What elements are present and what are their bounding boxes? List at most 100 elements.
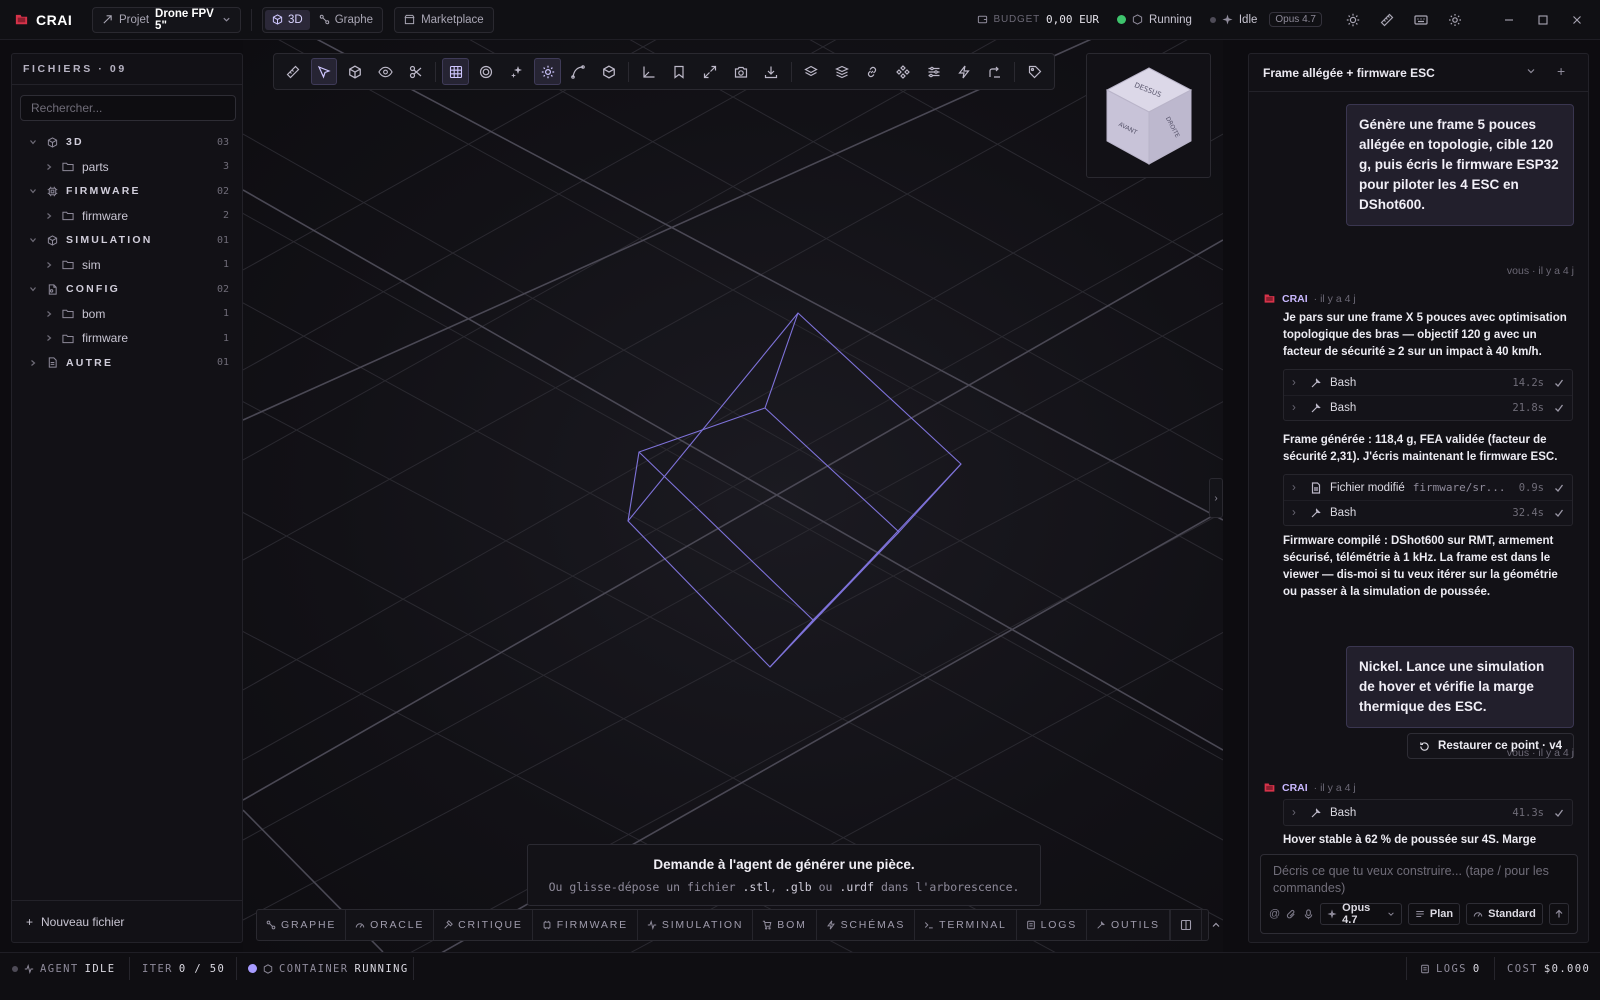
chevron-right-icon: ›	[1214, 492, 1218, 504]
terminal-icon	[924, 920, 934, 930]
cut-tool[interactable]	[403, 58, 430, 85]
curve-icon	[571, 64, 586, 79]
ext-urdf: .urdf	[839, 880, 875, 894]
tree-count: 01	[216, 357, 229, 369]
3d-viewport[interactable]: DESSUS AVANT DROITE › Demande à l'agent …	[243, 40, 1223, 952]
tree-folder-bom[interactable]: bom 1	[12, 302, 242, 327]
folder-icon	[60, 308, 76, 319]
tree-category-autre[interactable]: AUTRE 01	[12, 351, 242, 376]
tree-folder-parts[interactable]: parts 3	[12, 155, 242, 180]
visibility-tool[interactable]	[372, 58, 399, 85]
link-tool[interactable]	[859, 58, 886, 85]
tab-bom[interactable]: BOM	[753, 910, 817, 940]
marketplace-button[interactable]: Marketplace	[394, 6, 494, 33]
tab-critique[interactable]: CRITIQUE	[434, 910, 533, 940]
tree-folder-sim[interactable]: sim 1	[12, 253, 242, 278]
tab-graphe-panel[interactable]: GRAPHE	[257, 910, 347, 940]
tree-category-simulation[interactable]: SIMULATION 01	[12, 228, 242, 253]
tag-tool[interactable]	[1021, 58, 1048, 85]
solid-tool[interactable]	[596, 58, 623, 85]
new-file-button[interactable]: + Nouveau fichier	[12, 900, 242, 942]
bookmark-tool[interactable]	[666, 58, 693, 85]
new-chat-icon[interactable]: +	[1557, 63, 1565, 79]
tab-graphe[interactable]: Graphe	[312, 10, 380, 30]
expand-panel-button[interactable]	[1202, 910, 1223, 940]
send-button[interactable]	[1548, 903, 1569, 925]
tree-count: 1	[222, 308, 229, 320]
tab-firmware[interactable]: FIRMWARE	[533, 910, 638, 940]
screenshot-tool[interactable]	[727, 58, 754, 85]
theme-toggle[interactable]	[1336, 0, 1370, 40]
logs-icon	[1420, 964, 1430, 974]
target-tool[interactable]	[473, 58, 500, 85]
plan-toggle[interactable]: Plan	[1407, 903, 1461, 925]
tree-count: 2	[222, 210, 229, 222]
adjust-tool[interactable]	[920, 58, 947, 85]
tool-call-row[interactable]: › Bash 41.3s	[1284, 800, 1572, 825]
tool-call-row[interactable]: › Bash 14.2s	[1284, 370, 1572, 395]
tree-category-3d[interactable]: 3D 03	[12, 130, 242, 155]
stack-tool[interactable]	[828, 58, 855, 85]
tree-folder-firmware-config[interactable]: firmware 1	[12, 326, 242, 351]
download-tool[interactable]	[758, 58, 785, 85]
tree-folder-firmware[interactable]: firmware 2	[12, 204, 242, 229]
logs-counter[interactable]: LOGS 0	[1420, 957, 1481, 980]
wrench-icon	[1310, 402, 1322, 414]
config-file-icon	[44, 284, 60, 295]
split-view-button[interactable]	[1169, 910, 1202, 940]
view-switcher: 3D Graphe	[262, 6, 384, 33]
tool-call-row[interactable]: › Bash 21.8s	[1284, 395, 1572, 420]
minimize-button[interactable]	[1492, 0, 1526, 40]
maximize-button[interactable]	[1526, 0, 1560, 40]
microphone-icon[interactable]	[1303, 908, 1314, 920]
close-button[interactable]	[1560, 0, 1594, 40]
mode-selector[interactable]: Standard	[1466, 903, 1543, 925]
chip-icon	[542, 920, 552, 930]
box-tool[interactable]	[341, 58, 368, 85]
graph-icon	[266, 920, 276, 930]
tab-3d[interactable]: 3D	[265, 9, 310, 30]
model-selector[interactable]: Opus 4.7	[1320, 902, 1402, 926]
chat-input[interactable]	[1261, 855, 1577, 903]
paperclip-icon[interactable]	[1286, 909, 1297, 920]
navigation-cube[interactable]: DESSUS AVANT DROITE	[1086, 53, 1211, 178]
project-selector[interactable]: Projet Drone FPV 5"	[92, 6, 241, 33]
logs-icon	[1026, 920, 1036, 930]
effects-tool[interactable]	[504, 58, 531, 85]
chevron-down-icon[interactable]	[1526, 66, 1536, 76]
brand[interactable]: CRAI	[0, 12, 88, 28]
keyboard-button[interactable]	[1404, 0, 1438, 40]
tree-category-config[interactable]: CONFIG 02	[12, 277, 242, 302]
layers-tool[interactable]	[798, 58, 825, 85]
tab-schemas[interactable]: SCHÉMAS	[817, 910, 916, 940]
settings-button[interactable]	[1438, 0, 1472, 40]
measure-button[interactable]	[1370, 0, 1404, 40]
chat-collapse-handle[interactable]: ›	[1209, 478, 1223, 518]
tool-call-row[interactable]: › Bash 32.4s	[1284, 500, 1572, 525]
tab-terminal[interactable]: TERMINAL	[915, 910, 1017, 940]
tab-oracle[interactable]: ORACLE	[346, 910, 435, 940]
mention-icon[interactable]: @	[1269, 908, 1280, 920]
tab-logs[interactable]: LOGS	[1017, 910, 1088, 940]
tree-category-firmware[interactable]: FIRMWARE 02	[12, 179, 242, 204]
grid-toggle[interactable]	[442, 58, 470, 85]
select-tool[interactable]	[310, 58, 338, 85]
tab-label: CRITIQUE	[458, 919, 523, 931]
tab-outils[interactable]: OUTILS	[1087, 910, 1170, 940]
ext-glb: .glb	[784, 880, 812, 894]
status-dot	[1209, 16, 1216, 23]
project-prefix: Projet	[119, 13, 150, 26]
axes-tool[interactable]	[635, 58, 662, 85]
power-tool[interactable]	[951, 58, 978, 85]
component-tool[interactable]	[890, 58, 917, 85]
measure-tool[interactable]	[280, 58, 307, 85]
chevron-right-icon: ›	[1292, 481, 1296, 494]
fit-view-tool[interactable]	[697, 58, 724, 85]
file-search-input[interactable]	[20, 95, 236, 121]
path-tool[interactable]	[982, 58, 1009, 85]
tool-call-row[interactable]: › Fichier modifié firmware/sr... 0.9s	[1284, 475, 1572, 500]
logs-label: LOGS	[1436, 962, 1467, 975]
lighting-toggle[interactable]	[534, 58, 562, 85]
curve-tool[interactable]	[565, 58, 592, 85]
tab-simulation[interactable]: SIMULATION	[638, 910, 754, 940]
